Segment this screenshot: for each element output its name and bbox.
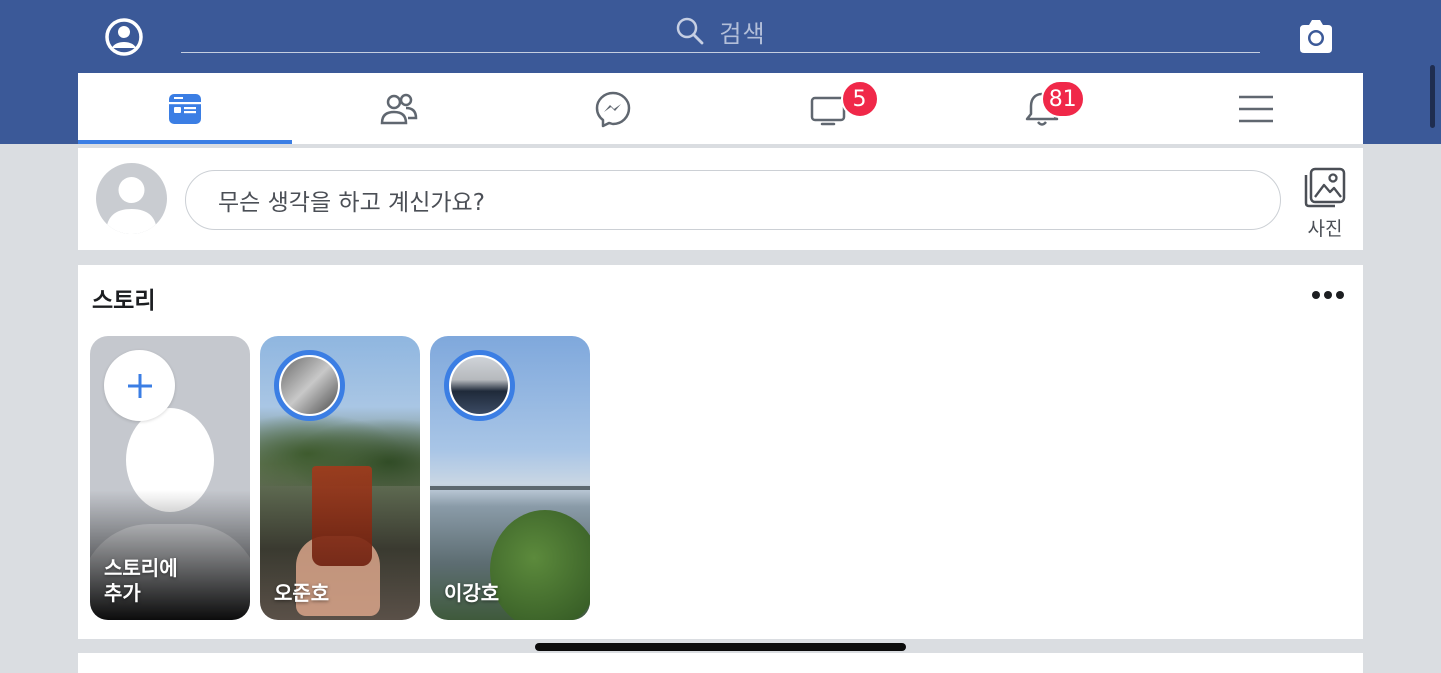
story-avatar-photo [281,357,338,414]
story-avatar [444,350,515,421]
tab-menu[interactable] [1149,73,1363,144]
add-story-button[interactable] [104,350,175,421]
story-scenery [430,486,590,490]
story-avatar-photo [451,357,508,414]
photo-label: 사진 [1307,218,1343,240]
tab-friends[interactable] [292,73,506,144]
home-indicator[interactable] [535,643,906,651]
tab-news-feed[interactable] [78,73,293,144]
status-input[interactable]: 무슨 생각을 하고 계신가요? [185,170,1281,230]
tab-bar: 5 81 [78,73,1363,144]
menu-icon [1238,95,1273,122]
story-card[interactable]: 오준호 [260,336,420,620]
camera-icon [1300,20,1332,53]
next-card [78,653,1363,673]
profile-button[interactable] [104,17,144,57]
tab-watch[interactable]: 5 [721,73,935,144]
tab-notifications[interactable]: 81 [935,73,1149,144]
composer: 무슨 생각을 하고 계신가요? 사진 [78,148,1363,250]
story-avatar [274,350,345,421]
photo-icon [1304,167,1346,208]
user-circle-icon [105,18,143,56]
stories-title: 스토리 [92,288,156,314]
search-bar[interactable]: 검색 [181,10,1260,53]
messenger-icon [596,91,631,127]
more-dot-icon [1324,291,1332,299]
friends-icon [380,93,418,124]
story-scenery [490,510,590,620]
tab-messenger[interactable] [506,73,720,144]
stories-section: 스토리 스토리에 추가 오준호 이강호 [78,265,1363,639]
plus-icon [127,373,152,398]
add-story-card[interactable]: 스토리에 추가 [90,336,250,620]
watch-badge: 5 [840,80,879,118]
more-dot-icon [1336,291,1344,299]
more-dot-icon [1312,291,1320,299]
notifications-badge: 81 [1040,80,1085,118]
default-avatar-icon [106,177,157,234]
story-author: 이강호 [444,581,500,605]
story-card[interactable]: 이강호 [430,336,590,620]
story-author: 오준호 [274,581,330,605]
story-scenery [312,466,372,566]
camera-button[interactable] [1296,18,1336,56]
photo-button[interactable]: 사진 [1300,166,1350,242]
stories-more-button[interactable] [1312,289,1344,301]
news-feed-icon [169,93,202,124]
avatar[interactable] [96,163,167,234]
search-placeholder: 검색 [719,19,766,48]
scrollbar[interactable] [1430,65,1435,128]
search-icon [677,17,704,45]
add-story-label: 스토리에 추가 [104,556,178,605]
